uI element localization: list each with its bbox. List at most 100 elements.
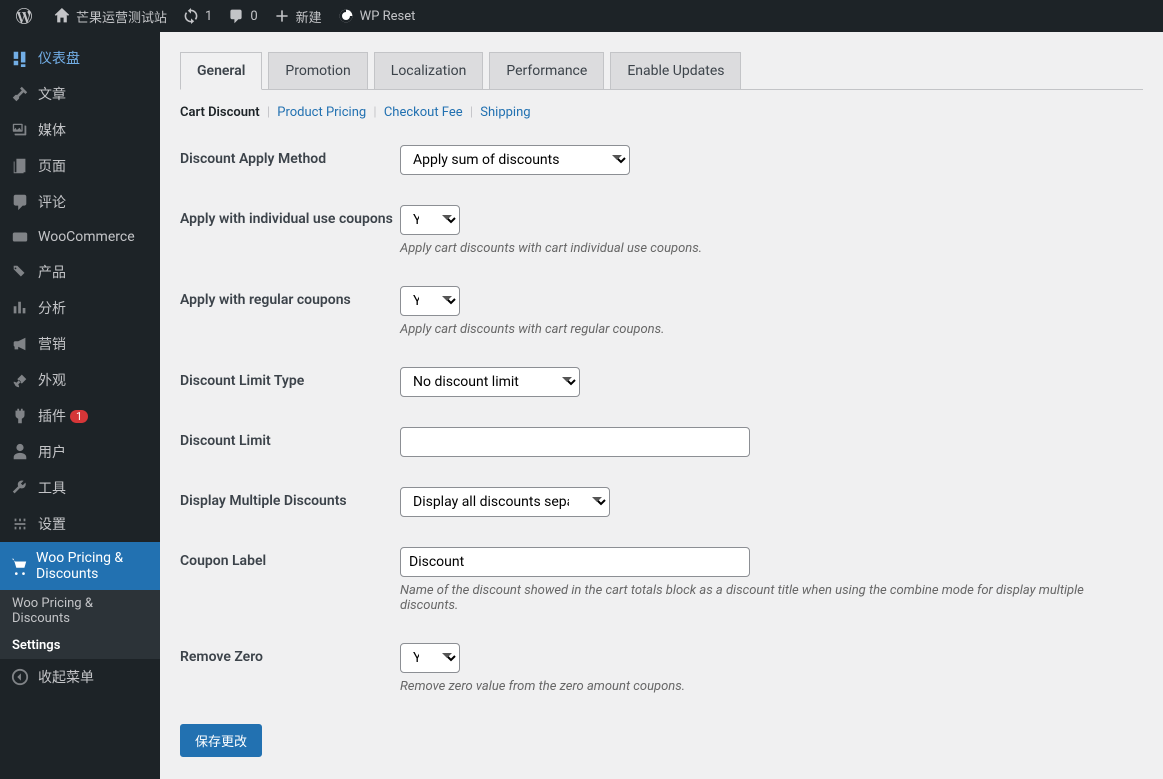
menu-label: 营销 [38,334,66,354]
menu-woo-pricing[interactable]: Woo Pricing & Discounts [0,542,160,590]
wp-reset-label: WP Reset [360,9,416,24]
cart-icon [10,557,28,575]
menu-label: WooCommerce [38,229,135,245]
menu-woocommerce[interactable]: WooCommerce [0,220,160,254]
menu-label: 媒体 [38,120,66,140]
menu-label: 分析 [38,298,66,318]
comments[interactable]: 0 [220,0,265,32]
submenu-settings[interactable]: Settings [0,632,160,659]
plus-icon [274,8,290,24]
submenu-overview[interactable]: Woo Pricing & Discounts [0,590,160,632]
menu-label: 外观 [38,370,66,390]
label-discount-apply-method: Discount Apply Method [180,145,400,167]
comment-icon [10,193,30,211]
menu-dashboard[interactable]: 仪表盘 [0,40,160,76]
menu-plugins[interactable]: 插件 1 [0,398,160,434]
menu-products[interactable]: 产品 [0,254,160,290]
desc-apply-regular: Apply cart discounts with cart regular c… [400,322,1143,337]
menu-label: 仪表盘 [38,48,80,68]
plug-icon [10,407,30,425]
site-name-label: 芒果运营测试站 [76,7,167,26]
chart-icon [10,299,30,317]
menu-label: Woo Pricing & Discounts [36,550,150,582]
label-coupon-label: Coupon Label [180,547,400,569]
new-content[interactable]: 新建 [266,0,330,32]
menu-users[interactable]: 用户 [0,434,160,470]
input-coupon-label[interactable] [400,547,750,577]
menu-label: 插件 [38,406,66,426]
tab-updates[interactable]: Enable Updates [610,52,741,90]
settings-tabs: General Promotion Localization Performan… [180,52,1143,90]
desc-apply-individual: Apply cart discounts with cart individua… [400,241,1143,256]
tab-localization[interactable]: Localization [374,52,484,90]
label-remove-zero: Remove Zero [180,643,400,665]
menu-comments[interactable]: 评论 [0,184,160,220]
tab-performance[interactable]: Performance [489,52,604,90]
new-label: 新建 [296,7,322,26]
menu-pages[interactable]: 页面 [0,148,160,184]
site-name[interactable]: 芒果运营测试站 [46,0,175,32]
user-icon [10,443,30,461]
wp-reset[interactable]: WP Reset [330,0,424,32]
reset-icon [338,8,354,24]
label-apply-individual: Apply with individual use coupons [180,205,400,227]
menu-label: 工具 [38,478,66,498]
input-discount-limit[interactable] [400,427,750,457]
comment-icon [228,8,244,24]
tab-general[interactable]: General [180,52,262,90]
subtab-checkout-fee[interactable]: Checkout Fee [384,105,463,120]
subtab-shipping[interactable]: Shipping [480,105,530,120]
menu-tools[interactable]: 工具 [0,470,160,506]
menu-media[interactable]: 媒体 [0,112,160,148]
pin-icon [10,85,30,103]
select-display-multiple[interactable]: Display all discounts separately [400,487,610,517]
collapse-icon [10,668,30,686]
comments-count: 0 [250,9,257,24]
megaphone-icon [10,335,30,353]
save-button[interactable]: 保存更改 [180,724,262,757]
menu-analytics[interactable]: 分析 [0,290,160,326]
label-discount-limit: Discount Limit [180,427,400,449]
collapse-label: 收起菜单 [38,667,94,687]
menu-label: 页面 [38,156,66,176]
page-icon [10,157,30,175]
label-discount-limit-type: Discount Limit Type [180,367,400,389]
tab-promotion[interactable]: Promotion [268,52,367,90]
menu-collapse[interactable]: 收起菜单 [0,659,160,695]
plugins-badge: 1 [70,410,88,423]
select-discount-apply-method[interactable]: Apply sum of discounts [400,145,630,175]
wrench-icon [10,479,30,497]
menu-label: 产品 [38,262,66,282]
label-display-multiple: Display Multiple Discounts [180,487,400,509]
label-apply-regular: Apply with regular coupons [180,286,400,308]
subtab-product-pricing[interactable]: Product Pricing [277,105,366,120]
updates-count: 1 [205,9,212,24]
menu-label: 评论 [38,192,66,212]
menu-label: 文章 [38,84,66,104]
menu-posts[interactable]: 文章 [0,76,160,112]
select-discount-limit-type[interactable]: No discount limit [400,367,580,397]
select-remove-zero[interactable]: Yes [400,643,460,673]
subtab-cart-discount[interactable]: Cart Discount [180,105,260,120]
menu-appearance[interactable]: 外观 [0,362,160,398]
sliders-icon [10,515,30,533]
media-icon [10,121,30,139]
wp-logo[interactable] [8,0,46,32]
dashboard-icon [10,49,30,67]
menu-settings[interactable]: 设置 [0,506,160,542]
admin-topbar: 芒果运营测试站 1 0 新建 WP Reset [0,0,1163,32]
main-content: General Promotion Localization Performan… [160,32,1163,779]
woo-icon [10,228,30,246]
menu-label: 用户 [38,442,66,462]
menu-label: 设置 [38,514,66,534]
updates[interactable]: 1 [175,0,220,32]
admin-sidebar: 仪表盘 文章 媒体 页面 评论 WooCommerce 产品 分析 营销 外观 … [0,32,160,779]
brush-icon [10,371,30,389]
menu-marketing[interactable]: 营销 [0,326,160,362]
desc-coupon-label: Name of the discount showed in the cart … [400,583,1143,613]
sub-navigation: Cart Discount | Product Pricing | Checko… [180,105,1143,120]
select-apply-individual[interactable]: Yes [400,205,460,235]
refresh-icon [183,8,199,24]
select-apply-regular[interactable]: Yes [400,286,460,316]
submenu: Woo Pricing & Discounts Settings [0,590,160,659]
